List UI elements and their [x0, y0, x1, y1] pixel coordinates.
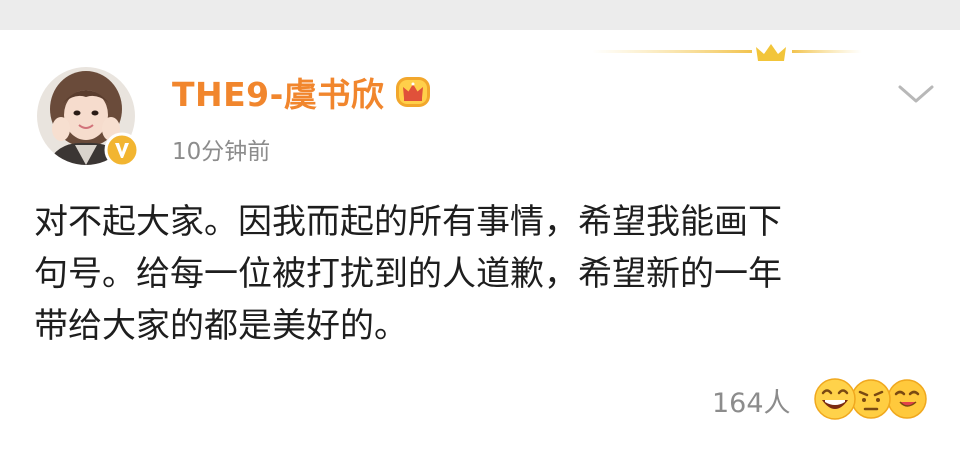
reaction-emojis[interactable] — [812, 376, 930, 422]
angry-emoji-icon — [851, 379, 891, 419]
post-timestamp: 10分钟前 — [172, 139, 271, 165]
verified-v-icon — [104, 132, 140, 168]
username[interactable]: THE9-虞书欣 — [172, 68, 384, 116]
laugh-emoji-icon — [814, 378, 856, 420]
chevron-down-icon[interactable] — [896, 80, 936, 108]
post-body-line: 句号。给每一位被打扰到的人道歉，希望新的一年 — [34, 254, 782, 294]
reaction-count[interactable]: 164人 — [712, 381, 791, 420]
post-body-line: 带给大家的都是美好的。 — [34, 306, 408, 346]
post-body-line: 对不起大家。因我而起的所有事情，希望我能画下 — [34, 202, 782, 242]
love-emoji-icon — [887, 379, 927, 419]
crown-decoration-icon — [592, 44, 862, 61]
top-separator-strip — [0, 0, 960, 30]
post-body: 对不起大家。因我而起的所有事情，希望我能画下 句号。给每一位被打扰到的人道歉，希… — [34, 196, 934, 352]
username-row: THE9-虞书欣 — [172, 70, 432, 114]
crown-badge-icon[interactable] — [394, 75, 432, 109]
